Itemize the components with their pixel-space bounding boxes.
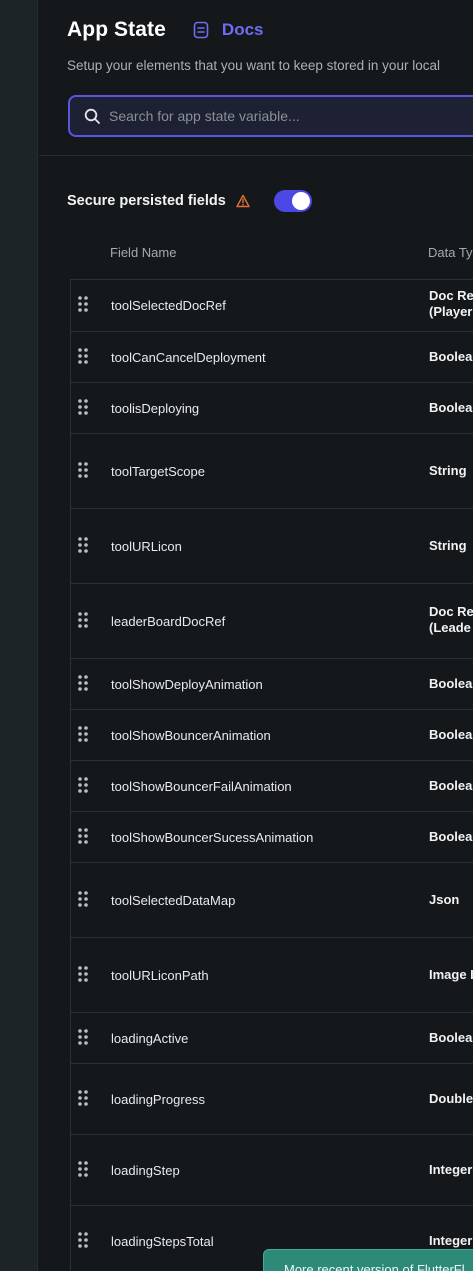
- docs-label: Docs: [221, 20, 264, 39]
- search-box[interactable]: [68, 95, 473, 137]
- secure-persisted-toggle[interactable]: [273, 190, 312, 212]
- drag-handle-icon[interactable]: [78, 399, 88, 415]
- table-row[interactable]: toolShowDeployAnimation Boolean: [71, 659, 473, 710]
- field-name: toolSelectedDocRef: [111, 298, 226, 313]
- warning-icon[interactable]: [236, 194, 250, 208]
- header-divider: [39, 155, 473, 156]
- drag-handle-icon[interactable]: [78, 726, 88, 742]
- field-name: leaderBoardDocRef: [111, 614, 226, 629]
- field-name: toolTargetScope: [111, 464, 205, 479]
- field-name: toolURLicon: [111, 539, 182, 554]
- drag-handle-icon[interactable]: [78, 1090, 88, 1106]
- field-name: loadingProgress: [111, 1092, 205, 1107]
- drag-handle-icon[interactable]: [78, 675, 88, 691]
- field-name: loadingActive: [111, 1031, 189, 1046]
- table-row[interactable]: loadingProgress Double: [71, 1064, 473, 1135]
- field-name: toolURLiconPath: [111, 968, 209, 983]
- field-data-type: String: [429, 463, 467, 478]
- field-data-type: Boolean: [429, 676, 473, 691]
- fields-table: toolSelectedDocRef Doc Re (Player toolCanCa…: [70, 279, 473, 1271]
- search-icon: [84, 108, 100, 124]
- toggle-knob: [291, 192, 310, 210]
- field-data-type-detail: (Player: [429, 304, 473, 319]
- page-subtitle: Setup your elements that you want to kee…: [67, 58, 440, 73]
- table-row[interactable]: toolSelectedDocRef Doc Re (Player: [71, 280, 473, 332]
- drag-handle-icon[interactable]: [78, 828, 88, 844]
- field-data-type: Boolean: [429, 400, 473, 415]
- field-data-type: Boolean: [429, 778, 473, 793]
- app-state-panel: App State Docs Setup your elements that …: [39, 0, 473, 1271]
- drag-handle-icon[interactable]: [78, 1232, 88, 1248]
- field-data-type: Boolean: [429, 1030, 473, 1045]
- field-data-type: Doc Re: [429, 604, 473, 619]
- table-row[interactable]: toolShowBouncerAnimation Boolean: [71, 710, 473, 761]
- docs-link[interactable]: Docs: [192, 20, 264, 40]
- page-title: App State: [67, 18, 166, 41]
- drag-handle-icon[interactable]: [78, 348, 88, 364]
- field-data-type: Image I: [429, 967, 473, 982]
- field-name: toolCanCancelDeployment: [111, 350, 266, 365]
- update-toast[interactable]: More recent version of FlutterFl: [263, 1249, 473, 1271]
- field-data-type: Boolean: [429, 349, 473, 364]
- field-name: toolShowDeployAnimation: [111, 677, 263, 692]
- table-row[interactable]: toolShowBouncerFailAnimation Boolean: [71, 761, 473, 812]
- table-row[interactable]: toolCanCancelDeployment Boolean: [71, 332, 473, 383]
- table-row[interactable]: loadingStep Integer: [71, 1135, 473, 1206]
- drag-handle-icon[interactable]: [78, 1029, 88, 1045]
- field-name: toolShowBouncerSucessAnimation: [111, 830, 314, 845]
- field-data-type-detail: (Leade: [429, 620, 471, 635]
- header: App State Docs: [67, 16, 264, 44]
- field-data-type: Boolean: [429, 829, 473, 844]
- drag-handle-icon[interactable]: [78, 537, 88, 553]
- table-row[interactable]: toolURLiconPath Image I: [71, 938, 473, 1013]
- field-name: toolisDeploying: [111, 401, 200, 416]
- drag-handle-icon[interactable]: [78, 777, 88, 793]
- field-name: loadingStepsTotal: [111, 1234, 214, 1249]
- left-rail: [0, 0, 38, 1271]
- field-data-type: Integer: [429, 1162, 473, 1177]
- table-row[interactable]: toolTargetScope String: [71, 434, 473, 509]
- field-data-type: Json: [429, 892, 460, 907]
- drag-handle-icon[interactable]: [78, 296, 88, 312]
- field-name: toolShowBouncerFailAnimation: [111, 779, 292, 794]
- field-data-type: Doc Re: [429, 288, 473, 303]
- table-row[interactable]: leaderBoardDocRef Doc Re (Leade: [71, 584, 473, 659]
- field-data-type: Double: [429, 1091, 473, 1106]
- table-row[interactable]: toolShowBouncerSucessAnimation Boolean: [71, 812, 473, 863]
- column-header-data-type: Data Ty: [428, 245, 473, 260]
- drag-handle-icon[interactable]: [78, 612, 88, 628]
- search-input[interactable]: [109, 108, 469, 124]
- table-row[interactable]: toolURLicon String: [71, 509, 473, 584]
- drag-handle-icon[interactable]: [78, 966, 88, 982]
- secure-persisted-row: Secure persisted fields: [67, 188, 312, 214]
- field-data-type: String: [429, 538, 467, 553]
- drag-handle-icon[interactable]: [78, 462, 88, 478]
- field-name: toolShowBouncerAnimation: [111, 728, 271, 743]
- field-name: loadingStep: [111, 1163, 180, 1178]
- table-row[interactable]: toolSelectedDataMap Json: [71, 863, 473, 938]
- secure-persisted-label: Secure persisted fields: [67, 193, 226, 209]
- document-icon: [193, 21, 209, 39]
- drag-handle-icon[interactable]: [78, 1161, 88, 1177]
- table-row[interactable]: loadingActive Boolean: [71, 1013, 473, 1064]
- drag-handle-icon[interactable]: [78, 891, 88, 907]
- field-data-type: Integer: [429, 1233, 473, 1248]
- field-data-type: Boolean: [429, 727, 473, 742]
- field-name: toolSelectedDataMap: [111, 893, 236, 908]
- table-row[interactable]: toolisDeploying Boolean: [71, 383, 473, 434]
- column-header-field-name: Field Name: [110, 245, 177, 260]
